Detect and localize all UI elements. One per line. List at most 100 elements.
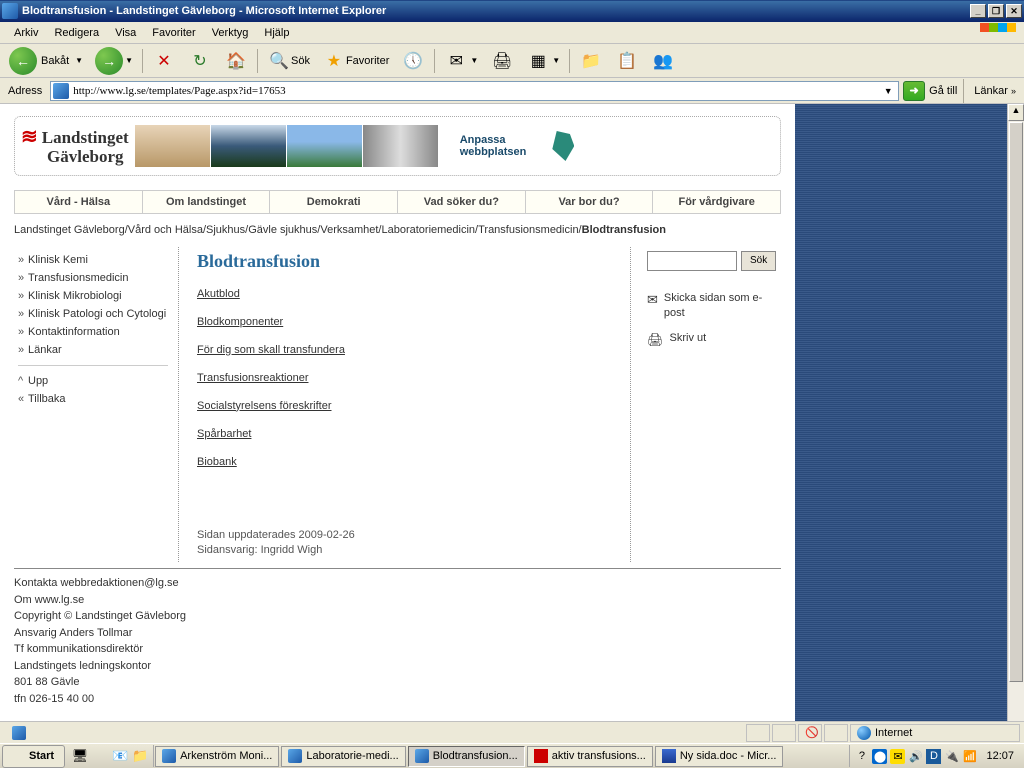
address-label: Adress	[4, 85, 46, 97]
windows-logo-icon	[9, 748, 25, 764]
breadcrumb: Landstinget Gävleborg/Vård och Hälsa/Sju…	[14, 222, 781, 239]
ql-ie[interactable]	[91, 747, 109, 765]
task-aktiv-transfusions[interactable]: aktiv transfusions...	[527, 746, 653, 767]
url-input[interactable]	[73, 85, 880, 97]
messenger-button[interactable]: 👥	[646, 46, 680, 76]
clock[interactable]: 12:07	[980, 750, 1020, 762]
tray-icon[interactable]: ✉	[890, 749, 905, 764]
tray-icon[interactable]: 📶	[962, 749, 977, 764]
nav-up[interactable]: Upp	[18, 372, 168, 390]
start-button[interactable]: Start	[2, 745, 65, 768]
link-socialstyrelsen[interactable]: Socialstyrelsens föreskrifter	[197, 400, 332, 412]
favorites-button[interactable]: ★Favoriter	[317, 46, 394, 76]
url-dropdown[interactable]: ▼	[880, 86, 896, 96]
link-blodkomponenter[interactable]: Blodkomponenter	[197, 316, 283, 328]
menu-favoriter[interactable]: Favoriter	[144, 25, 203, 41]
favorites-label: Favoriter	[346, 55, 389, 67]
customize-link[interactable]: Anpassawebbplatsen	[460, 134, 527, 158]
tray-icon[interactable]: D	[926, 749, 941, 764]
close-button[interactable]: ✕	[1006, 4, 1022, 18]
menu-hjalp[interactable]: Hjälp	[256, 25, 297, 41]
ql-desktop[interactable]: 🖥	[71, 747, 89, 765]
site-search-input[interactable]	[647, 251, 737, 271]
menu-arkiv[interactable]: Arkiv	[6, 25, 46, 41]
tray-icon[interactable]: ?	[854, 749, 869, 764]
send-page-link[interactable]: ✉ Skicka sidan som e-post	[647, 291, 773, 322]
footer-copyright: Copyright © Landstinget Gävleborg	[14, 608, 781, 625]
tab-demokrati[interactable]: Demokrati	[270, 191, 398, 213]
ql-outlook[interactable]: 📧	[111, 747, 129, 765]
separator	[434, 49, 435, 73]
status-popup-blocked[interactable]: 🚫	[798, 724, 822, 742]
url-field[interactable]: ▼	[50, 81, 899, 101]
print-icon: 🖨	[490, 49, 514, 73]
link-transfundera[interactable]: För dig som skall transfundera	[197, 344, 345, 356]
tab-vard-halsa[interactable]: Vård - Hälsa	[15, 191, 143, 213]
scroll-track[interactable]	[1008, 121, 1024, 722]
scroll-thumb[interactable]	[1009, 122, 1023, 682]
sidebar-item-klinisk-patologi[interactable]: Klinisk Patologi och Cytologi	[18, 305, 168, 323]
home-icon: 🏠	[224, 49, 248, 73]
browser-viewport: ≋Landstinget Gävleborg Anpassawebbplatse…	[0, 104, 1024, 739]
tray-icon[interactable]: 🔊	[908, 749, 923, 764]
history-button[interactable]: 🕔	[396, 46, 430, 76]
history-icon: 🕔	[401, 49, 425, 73]
search-button[interactable]: 🔍Sök	[262, 46, 315, 76]
tray-icon[interactable]: 🔌	[944, 749, 959, 764]
tray-icon[interactable]: ⬤	[872, 749, 887, 764]
print-button[interactable]: 🖨	[485, 46, 519, 76]
mail-button[interactable]: ✉▼	[439, 46, 483, 76]
back-label: Bakåt	[41, 55, 69, 67]
updated-date: Sidan uppdaterades 2009-02-26	[197, 528, 612, 543]
sidebar-item-lankar[interactable]: Länkar	[18, 341, 168, 359]
clipboard-button[interactable]: 📋	[610, 46, 644, 76]
page-content: ≋Landstinget Gävleborg Anpassawebbplatse…	[0, 104, 1007, 739]
stop-button[interactable]: ✕	[147, 46, 181, 76]
link-biobank[interactable]: Biobank	[197, 456, 237, 468]
links-button[interactable]: Länkar »	[970, 85, 1020, 97]
link-akutblod[interactable]: Akutblod	[197, 288, 240, 300]
addressbar: Adress ▼ ➜ Gå till Länkar »	[0, 78, 1024, 104]
go-button[interactable]: ➜	[903, 81, 925, 101]
task-ny-sida[interactable]: Ny sida.doc - Micr...	[655, 746, 784, 767]
print-page-link[interactable]: 🖨 Skriv ut	[647, 331, 773, 349]
menu-verktyg[interactable]: Verktyg	[204, 25, 257, 41]
banner-image	[287, 125, 362, 167]
search-icon: 🔍	[267, 49, 291, 73]
footer-mail-link[interactable]: webbredaktionen@lg.se	[60, 577, 178, 589]
link-sparbarhet[interactable]: Spårbarhet	[197, 428, 251, 440]
menu-redigera[interactable]: Redigera	[46, 25, 107, 41]
maximize-button[interactable]: ❐	[988, 4, 1004, 18]
site-logo[interactable]: ≋Landstinget Gävleborg	[21, 126, 129, 167]
vertical-scrollbar[interactable]: ▲ ▼	[1007, 104, 1024, 739]
tab-vad-soker[interactable]: Vad söker du?	[398, 191, 526, 213]
refresh-button[interactable]: ↻	[183, 46, 217, 76]
site-search-button[interactable]: Sök	[741, 251, 776, 271]
scroll-up-button[interactable]: ▲	[1008, 104, 1024, 121]
edit-button[interactable]: ▦▼	[521, 46, 565, 76]
status-segment	[824, 724, 848, 742]
tab-om-landstinget[interactable]: Om landstinget	[143, 191, 271, 213]
tab-vardgivare[interactable]: För vårdgivare	[653, 191, 780, 213]
footer-about-link[interactable]: Om www.lg.se	[14, 594, 84, 606]
tab-var-bor[interactable]: Var bor du?	[526, 191, 654, 213]
minimize-button[interactable]: _	[970, 4, 986, 18]
nav-back[interactable]: Tillbaka	[18, 390, 168, 408]
breadcrumb-current: Blodtransfusion	[582, 224, 666, 236]
back-button[interactable]: ← Bakåt ▼	[4, 44, 88, 78]
task-blodtransfusion[interactable]: Blodtransfusion...	[408, 746, 525, 767]
sidebar-item-kontaktinformation[interactable]: Kontaktinformation	[18, 323, 168, 341]
ql-explorer[interactable]: 📁	[131, 747, 149, 765]
sidebar-item-klinisk-kemi[interactable]: Klinisk Kemi	[18, 251, 168, 269]
menu-visa[interactable]: Visa	[107, 25, 144, 41]
breadcrumb-path[interactable]: Landstinget Gävleborg/Vård och Hälsa/Sju…	[14, 224, 582, 236]
task-laboratorie[interactable]: Laboratorie-medi...	[281, 746, 405, 767]
sidebar-item-transfusionsmedicin[interactable]: Transfusionsmedicin	[18, 269, 168, 287]
folder-button[interactable]: 📁	[574, 46, 608, 76]
link-transfusionsreaktioner[interactable]: Transfusionsreaktioner	[197, 372, 308, 384]
forward-button[interactable]: → ▼	[90, 44, 138, 78]
task-arkenstrom[interactable]: Arkenström Moni...	[155, 746, 279, 767]
refresh-icon: ↻	[188, 49, 212, 73]
sidebar-item-klinisk-mikrobiologi[interactable]: Klinisk Mikrobiologi	[18, 287, 168, 305]
home-button[interactable]: 🏠	[219, 46, 253, 76]
